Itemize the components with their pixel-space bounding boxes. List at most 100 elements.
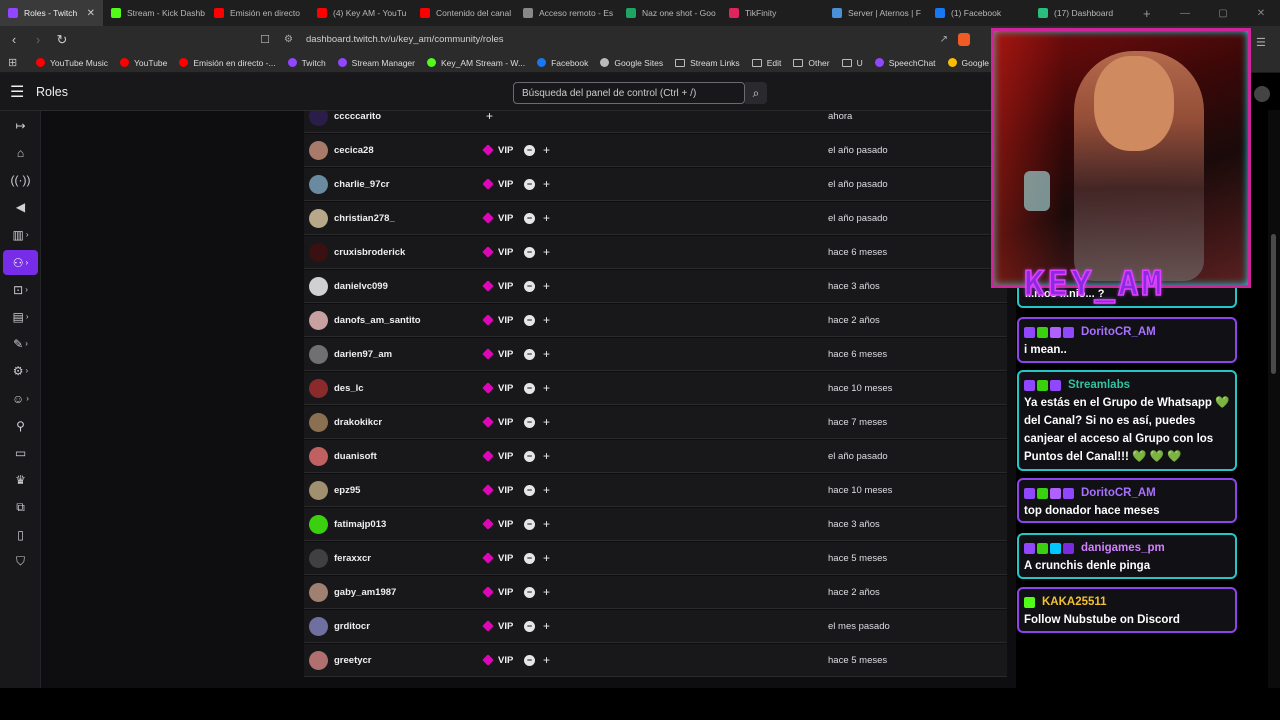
browser-tab[interactable]: Contenido del canal — [412, 0, 515, 26]
avatar[interactable] — [309, 242, 328, 262]
username[interactable]: cecica28 — [334, 145, 374, 156]
bookmark-item[interactable]: Google Sites — [594, 58, 669, 68]
monetization-icon[interactable]: ▤ › — [3, 304, 38, 329]
avatar[interactable] — [309, 378, 328, 398]
add-role-button[interactable]: + — [543, 280, 550, 292]
remove-role-button[interactable]: − — [524, 416, 535, 428]
browser-tab[interactable]: (17) Dashboard — [1030, 0, 1133, 26]
menu-icon[interactable]: ☰ — [10, 82, 28, 102]
add-role-button[interactable]: + — [543, 654, 550, 666]
avatar[interactable] — [309, 174, 328, 194]
add-role-button[interactable]: + — [543, 620, 550, 632]
remove-role-button[interactable]: − — [524, 314, 535, 326]
browser-tab[interactable]: Naz one shot - Goo — [618, 0, 721, 26]
remove-role-button[interactable]: − — [524, 620, 535, 632]
reload-icon[interactable]: ↻ — [52, 32, 72, 48]
username[interactable]: feraxxcr — [334, 553, 371, 564]
username[interactable]: darien97_am — [334, 349, 392, 360]
username[interactable]: duanisoft — [334, 451, 377, 462]
add-role-button[interactable]: + — [543, 246, 550, 258]
avatar[interactable] — [309, 514, 328, 534]
username[interactable]: christian278_ — [334, 213, 395, 224]
promote-icon[interactable]: ◀ — [3, 194, 38, 219]
browser-tab[interactable]: (4) Key AM - YouTu — [309, 0, 412, 26]
bookmark-item[interactable]: Stream Links — [669, 58, 746, 68]
username[interactable]: grditocr — [334, 621, 370, 632]
browser-tab[interactable]: Acceso remoto - Es — [515, 0, 618, 26]
avatar[interactable] — [309, 616, 328, 636]
share-icon[interactable]: ↗ — [940, 34, 948, 45]
add-role-button[interactable]: + — [543, 552, 550, 564]
browser-tab[interactable]: TikFinity — [721, 0, 824, 26]
username[interactable]: danielvc099 — [334, 281, 388, 292]
avatar[interactable] — [309, 111, 328, 126]
browser-tab[interactable]: (1) Facebook — [927, 0, 1030, 26]
avatar[interactable] — [309, 412, 328, 432]
minimize-icon[interactable]: — — [1166, 8, 1204, 19]
settings-icon[interactable]: ⚙ › — [3, 358, 38, 383]
bookmark-item[interactable]: U — [836, 58, 869, 68]
username[interactable]: cccccarito — [334, 111, 381, 122]
home-icon[interactable]: ⌂ — [3, 140, 38, 165]
add-role-button[interactable]: + — [543, 144, 550, 156]
site-info-icon[interactable]: ⚙ — [284, 34, 298, 45]
bookmark-item[interactable]: Edit — [746, 58, 788, 68]
username[interactable]: greetycr — [334, 655, 372, 666]
remove-role-button[interactable]: − — [524, 246, 535, 258]
username[interactable]: fatimajp013 — [334, 519, 386, 530]
remove-role-button[interactable]: − — [524, 484, 535, 496]
avatar[interactable] — [309, 140, 328, 160]
bookmark-item[interactable]: SpeechChat — [869, 58, 942, 68]
bookmark-item[interactable]: Key_AM Stream - W... — [421, 58, 531, 68]
username[interactable]: gaby_am1987 — [334, 587, 396, 598]
avatar[interactable] — [309, 446, 328, 466]
search-icon[interactable]: ⌕ — [745, 82, 767, 104]
address-bar[interactable]: ☐ ⚙ dashboard.twitch.tv/u/key_am/communi… — [258, 29, 988, 50]
avatar[interactable] — [309, 208, 328, 228]
community-icon[interactable]: ⚇ › — [3, 250, 38, 275]
analytics-icon[interactable]: ▥ › — [3, 222, 38, 247]
bookmark-item[interactable]: Stream Manager — [332, 58, 421, 68]
add-user-icon[interactable]: ⚲ — [3, 413, 38, 438]
url-text[interactable]: dashboard.twitch.tv/u/key_am/community/r… — [306, 34, 503, 45]
creator-tools-icon[interactable]: ✎ › — [3, 331, 38, 356]
username[interactable]: drakokikcr — [334, 417, 382, 428]
avatar[interactable] — [309, 310, 328, 330]
username[interactable]: charlie_97cr — [334, 179, 389, 190]
dashboard-search-input[interactable]: Búsqueda del panel de control (Ctrl + /) — [513, 82, 745, 104]
avatar[interactable] — [309, 582, 328, 602]
achievements-icon[interactable]: ♛ — [3, 467, 38, 492]
avatar[interactable] — [309, 344, 328, 364]
forward-icon[interactable]: › — [28, 32, 48, 47]
add-role-button[interactable]: + — [543, 178, 550, 190]
creator-camp-icon[interactable]: ▯ — [3, 522, 38, 547]
brave-shield-icon[interactable] — [958, 33, 970, 46]
maximize-icon[interactable]: ▢ — [1204, 8, 1242, 19]
more-menu-icon[interactable]: ☰ — [1256, 36, 1266, 49]
remove-role-button[interactable]: − — [524, 518, 535, 530]
username[interactable]: cruxisbroderick — [334, 247, 405, 258]
remove-role-button[interactable]: − — [524, 552, 535, 564]
stream-icon[interactable]: ((·)) — [3, 167, 38, 192]
avatar[interactable] — [309, 548, 328, 568]
add-role-button[interactable]: + — [543, 416, 550, 428]
bookmark-item[interactable]: YouTube Music — [30, 58, 114, 68]
browser-tab[interactable]: Emisión en directo — [206, 0, 309, 26]
remove-role-button[interactable]: − — [524, 348, 535, 360]
bookmark-item[interactable]: Other — [787, 58, 835, 68]
add-role-button[interactable]: + — [543, 314, 550, 326]
add-role-button[interactable]: + — [543, 484, 550, 496]
username[interactable]: des_lc — [334, 383, 364, 394]
collapse-sidebar-icon[interactable]: ↦ — [3, 113, 38, 138]
bookmark-item[interactable]: Twitch — [282, 58, 332, 68]
remove-role-button[interactable]: − — [524, 382, 535, 394]
bookmark-item[interactable]: YouTube — [114, 58, 173, 68]
username[interactable]: danofs_am_santito — [334, 315, 421, 326]
video-producer-icon[interactable]: ▭ — [3, 440, 38, 465]
close-tab-icon[interactable]: ✕ — [81, 8, 95, 19]
username[interactable]: epz95 — [334, 485, 360, 496]
add-role-button[interactable]: + — [543, 518, 550, 530]
close-window-icon[interactable]: ✕ — [1242, 8, 1280, 19]
avatar[interactable] — [309, 650, 328, 670]
add-role-button[interactable]: + — [543, 450, 550, 462]
